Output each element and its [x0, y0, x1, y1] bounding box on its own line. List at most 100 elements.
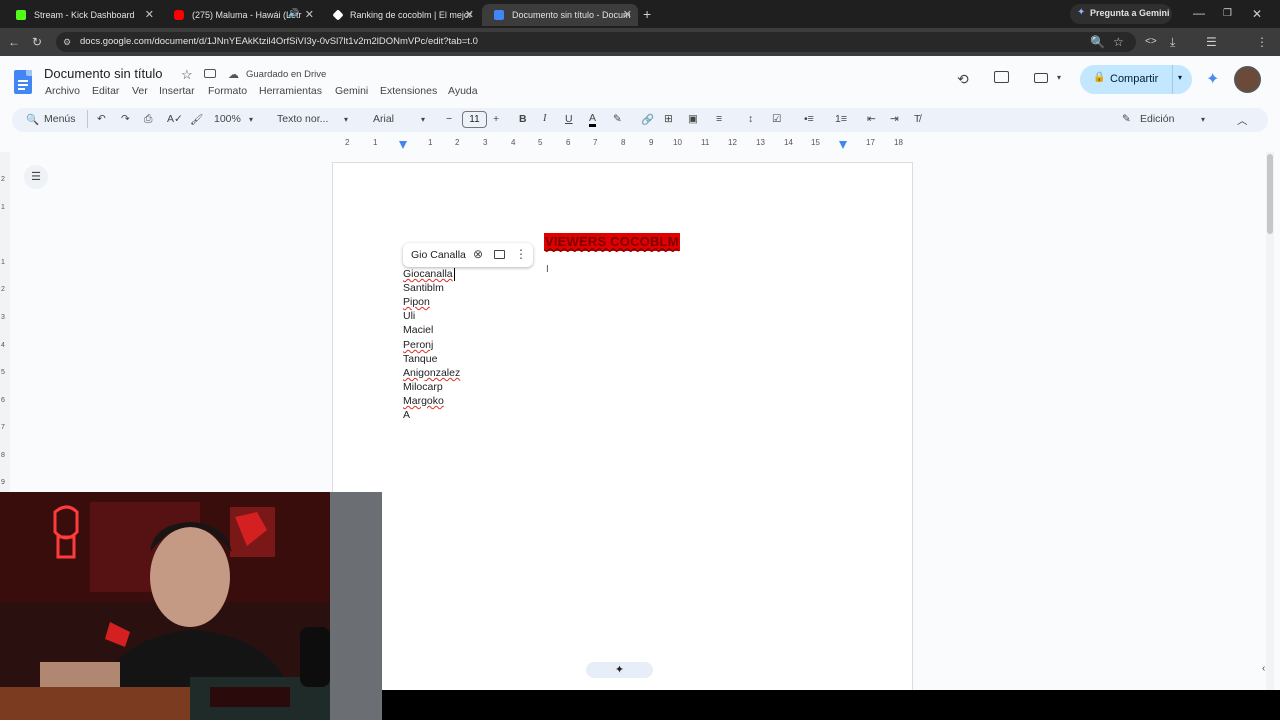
menu-ver[interactable]: Ver [132, 85, 148, 97]
document-heading[interactable]: VIEWERS COCOBLM [544, 233, 680, 251]
undo-icon[interactable]: ↶ [97, 113, 106, 125]
docs-logo-icon[interactable] [14, 70, 32, 94]
editing-mode-select[interactable]: Edición [1140, 113, 1174, 125]
menu-extensiones[interactable]: Extensiones [380, 85, 437, 97]
spellcheck-icon[interactable]: A✓ [167, 113, 183, 125]
move-folder-icon[interactable] [204, 69, 216, 78]
remove-icon[interactable]: ⊗ [473, 247, 483, 261]
list-item[interactable]: A [403, 409, 410, 421]
list-item[interactable]: Milocarp [403, 381, 443, 393]
close-icon[interactable]: ✕ [623, 8, 632, 21]
tab-google-docs[interactable]: Documento sin título - Docum ✕ [482, 4, 638, 26]
menu-archivo[interactable]: Archivo [45, 85, 80, 97]
font-select[interactable]: Arial [373, 113, 394, 125]
chevron-down-icon[interactable]: ▾ [1057, 73, 1061, 82]
checklist-icon[interactable]: ☑ [772, 113, 781, 125]
reload-icon[interactable]: ↻ [32, 35, 42, 49]
chevron-down-icon[interactable]: ▾ [421, 115, 425, 124]
line-spacing-icon[interactable]: ↕ [748, 113, 753, 125]
add-comment-icon[interactable]: ⊞ [664, 113, 673, 125]
search-menus-label[interactable]: Menús [44, 113, 76, 125]
gemini-assist-button[interactable]: ✦ [586, 662, 653, 678]
side-panel-toggle-icon[interactable]: ‹ [1262, 663, 1265, 674]
redo-icon[interactable]: ↷ [121, 113, 130, 125]
url-field[interactable]: ⚙ docs.google.com/document/d/1JNnYEAkKtz… [56, 32, 1136, 52]
chrome-menu-icon[interactable]: ⋮ [1256, 35, 1268, 49]
collapse-menus-icon[interactable]: ︿ [1237, 113, 1248, 128]
text-color-button[interactable]: A [589, 113, 597, 127]
clear-format-icon[interactable]: T̸ [914, 113, 920, 125]
menu-herramientas[interactable]: Herramientas [259, 85, 322, 97]
menu-editar[interactable]: Editar [92, 85, 119, 97]
meet-icon[interactable] [1034, 73, 1048, 83]
cloud-saved-icon[interactable]: ☁ [228, 68, 239, 81]
site-info-icon[interactable]: ⚙ [63, 32, 71, 52]
bullet-list-icon[interactable]: •≡ [804, 113, 814, 125]
search-icon[interactable]: 🔍 [26, 113, 39, 126]
list-item[interactable]: Pipon [403, 296, 430, 308]
star-icon[interactable]: ☆ [181, 67, 193, 83]
menu-gemini[interactable]: Gemini [335, 85, 368, 97]
insert-image-icon[interactable]: ▣ [688, 113, 698, 125]
share-button[interactable]: 🔒 Compartir ▾ [1080, 65, 1192, 94]
chevron-down-icon[interactable]: ▾ [344, 115, 348, 124]
download-icon[interactable]: ⤓ [1170, 35, 1175, 49]
scrollbar-thumb[interactable] [1267, 154, 1273, 234]
bookmark-star-icon[interactable]: ☆ [1113, 35, 1124, 49]
list-item[interactable]: Tanque [403, 353, 437, 365]
scrollbar[interactable] [1266, 152, 1274, 692]
restore-button[interactable]: ❐ [1223, 7, 1232, 21]
suggestion-chip[interactable]: Gio Canalla ⊗ ⋮ [403, 243, 533, 267]
back-icon[interactable]: ← [8, 35, 20, 49]
list-item[interactable]: Uli [403, 310, 415, 322]
highlight-icon[interactable]: ✎ [613, 113, 622, 125]
close-icon[interactable]: ✕ [465, 8, 474, 21]
version-history-icon[interactable]: ⟲ [957, 71, 969, 88]
underline-button[interactable]: U [565, 113, 573, 125]
document-title[interactable]: Documento sin título [44, 66, 163, 81]
new-tab-button[interactable]: + [643, 7, 651, 21]
link-icon[interactable]: 🔗 [641, 113, 654, 126]
menu-insertar[interactable]: Insertar [159, 85, 195, 97]
chevron-down-icon[interactable]: ▾ [1201, 115, 1205, 124]
decrease-indent-icon[interactable]: ⇤ [867, 113, 876, 125]
increase-indent-icon[interactable]: ⇥ [890, 113, 899, 125]
zoom-select[interactable]: 100% [214, 113, 241, 125]
list-item[interactable]: Santiblm [403, 282, 444, 294]
tab-kick-dashboard[interactable]: Stream - Kick Dashboard ✕ [4, 4, 160, 26]
bold-button[interactable]: B [519, 113, 527, 125]
extensions-icon[interactable]: ☰ [1206, 35, 1217, 49]
comments-icon[interactable] [994, 71, 1009, 83]
user-avatar[interactable] [1234, 66, 1261, 93]
list-item[interactable]: Maciel [403, 324, 433, 336]
font-size-input[interactable]: 11 [462, 111, 487, 128]
more-options-icon[interactable]: ⋮ [515, 247, 527, 261]
list-item[interactable]: Peronj [403, 339, 433, 351]
document-outline-button[interactable]: ☰ [24, 165, 48, 189]
chevron-down-icon[interactable]: ▾ [1178, 73, 1182, 82]
gemini-sparkle-icon[interactable]: ✦ [1206, 69, 1219, 89]
list-item[interactable]: Anigonzalez [403, 367, 460, 379]
zoom-icon[interactable]: 🔍 [1090, 35, 1105, 49]
increase-font-button[interactable]: + [493, 113, 499, 125]
menu-formato[interactable]: Formato [208, 85, 247, 97]
style-select[interactable]: Texto nor... [277, 113, 328, 125]
numbered-list-icon[interactable]: 1≡ [835, 113, 847, 125]
gemini-button[interactable]: ✦ Pregunta a Gemini [1070, 4, 1172, 24]
paint-format-icon[interactable]: 🖌 [190, 113, 203, 126]
align-icon[interactable]: ≡ [716, 113, 722, 125]
comment-icon[interactable] [494, 250, 505, 259]
menu-ayuda[interactable]: Ayuda [448, 85, 478, 97]
close-icon[interactable]: ✕ [145, 8, 154, 21]
italic-button[interactable]: I [543, 113, 547, 124]
chevron-down-icon[interactable]: ▾ [249, 115, 253, 124]
tab-ranking-cocoblm[interactable]: Ranking de cocoblm | El mejor ✕ [322, 4, 480, 26]
window-close-button[interactable]: ✕ [1252, 7, 1262, 21]
print-icon[interactable]: ⎙ [144, 113, 152, 126]
devtools-icon[interactable]: <> [1145, 35, 1157, 49]
minimize-button[interactable]: — [1193, 6, 1205, 20]
speaker-icon[interactable]: 🔊 [288, 8, 299, 19]
close-icon[interactable]: ✕ [305, 8, 314, 21]
list-item[interactable]: Giocanalla [403, 268, 453, 280]
list-item[interactable]: Margoko [403, 395, 444, 407]
